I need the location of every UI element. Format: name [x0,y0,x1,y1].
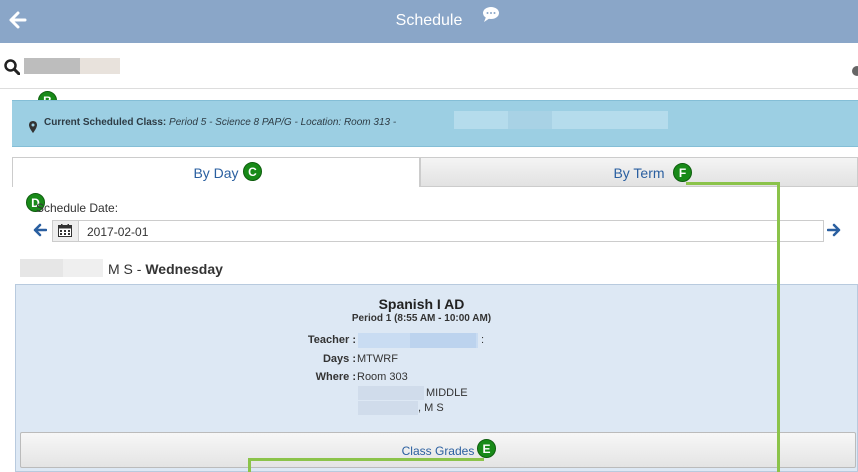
chat-bubble-icon[interactable] [481,6,501,29]
annotation-badge-f: F [673,163,692,182]
page-title: Schedule [395,12,463,29]
current-class-banner[interactable]: Current Scheduled Class: Period 5 - Scie… [12,100,858,147]
course-title: Spanish I AD [378,296,465,312]
tab-by-term-label: By Term [613,165,665,181]
location-pin-icon [29,120,37,138]
where-school-line: , M S [418,402,444,414]
where-label: Where : [315,371,356,383]
redacted-school-name [358,401,418,415]
school-day-heading: M S - Wednesday [108,261,223,277]
redacted-school-name [358,386,424,400]
tab-by-day[interactable]: By Day [12,157,420,187]
redacted-student-name [80,58,120,74]
search-icon[interactable] [4,59,21,80]
annotation-line [248,458,484,461]
annotation-line [686,182,780,185]
teacher-label: Teacher : [307,334,356,346]
annotation-badge-e: E [477,439,496,458]
days-value: MTWRF [357,353,398,365]
tab-by-day-label: By Day [193,165,239,181]
schedule-date-field[interactable]: 2017-02-01 [52,220,824,242]
redacted-school-name [63,259,103,277]
redacted-teacher-name [410,333,476,348]
current-class-label: Current Scheduled Class: [44,117,167,128]
annotation-badge-c: C [243,162,262,181]
next-date-arrow-icon[interactable] [826,223,841,242]
search-bar[interactable] [0,43,858,89]
days-label: Days : [322,353,356,365]
current-class-detail: Period 5 - Science 8 PAP/G - Location: R… [169,117,397,128]
redacted-student-name [24,58,80,74]
class-grades-button[interactable]: Class Grades [20,432,856,468]
tab-by-term[interactable]: By Term [420,157,858,187]
previous-date-arrow-icon[interactable] [33,223,48,242]
calendar-icon [58,224,72,242]
redacted-location [454,111,668,129]
annotation-line [248,458,251,472]
teacher-suffix: : [481,334,485,346]
current-class-text: Current Scheduled Class: Period 5 - Scie… [44,117,396,128]
school-name-suffix: M S - [108,261,142,277]
schedule-date-label: Schedule Date: [36,201,119,215]
where-school-line: MIDDLE [426,387,468,399]
course-period: Period 1 (8:55 AM - 10:00 AM) [351,313,492,324]
weekday-label: Wednesday [145,261,223,277]
schedule-date-value: 2017-02-01 [87,225,149,239]
where-value: Room 303 [357,371,408,383]
calendar-button[interactable] [53,221,79,241]
redacted-school-name [20,259,63,277]
app-header: Schedule [0,0,858,43]
annotation-line [777,182,780,472]
class-grades-label: Class Grades [401,444,475,458]
redacted-location [508,111,552,129]
menu-dot-icon[interactable] [852,66,858,76]
